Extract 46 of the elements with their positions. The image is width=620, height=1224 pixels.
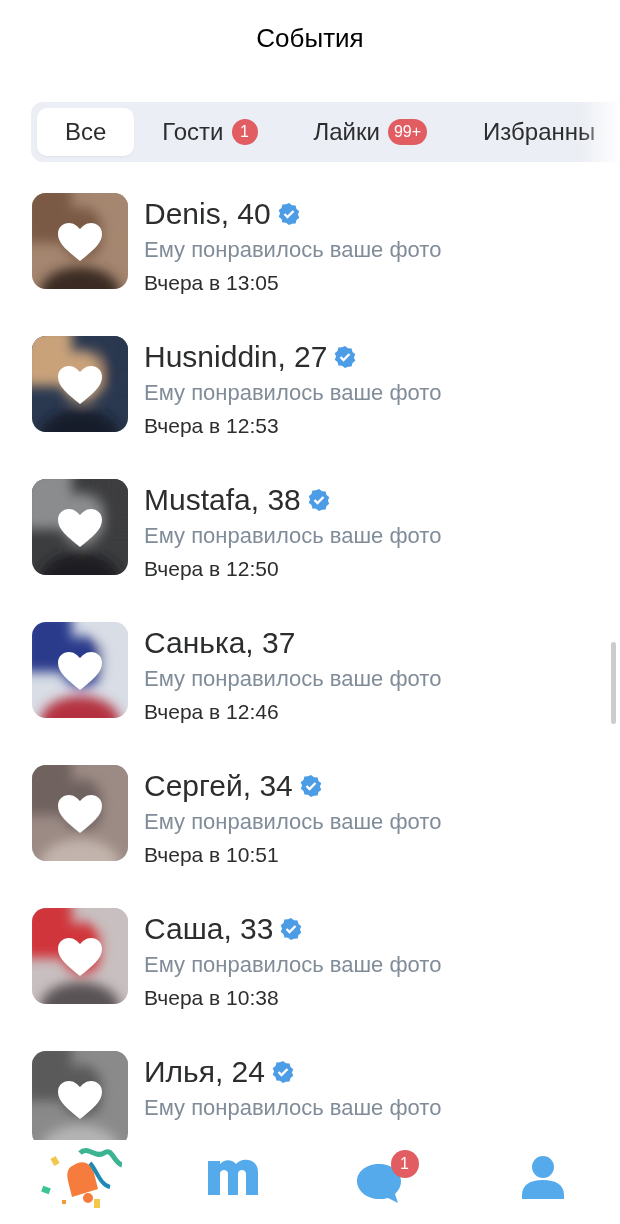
letter-m-icon	[207, 1159, 258, 1195]
event-time: Вчера в 12:46	[144, 700, 280, 724]
user-name: Санька, 37	[144, 626, 296, 660]
verified-icon	[333, 345, 358, 369]
heart-icon	[58, 938, 102, 976]
heart-icon	[58, 223, 102, 261]
event-time: Вчера в 12:50	[144, 557, 280, 581]
user-name: Denis, 40	[144, 197, 271, 231]
nav-tab[interactable]: 1	[356, 1150, 419, 1204]
verified-icon	[276, 202, 301, 226]
user-icon	[521, 1155, 564, 1199]
heart-icon	[58, 366, 102, 404]
screen-title: События	[256, 22, 364, 54]
event-description: Ему понравилось ваше фото	[144, 523, 442, 550]
heart-icon	[58, 1081, 102, 1119]
verified-icon	[306, 488, 331, 512]
verified-icon	[298, 774, 323, 798]
count-badge: 99+	[387, 119, 428, 145]
user-name: Husniddin, 27	[144, 340, 328, 374]
heart-icon	[58, 652, 102, 690]
event-time: Вчера в 13:05	[144, 271, 280, 295]
heart-icon	[58, 795, 102, 833]
event-time: Вчера в 12:53	[144, 414, 280, 438]
tab[interactable]: Избранны	[455, 108, 620, 156]
tab[interactable]: Все	[37, 108, 135, 156]
user-name: Саша, 33	[144, 912, 274, 946]
event-description: Ему понравилось ваше фото	[144, 380, 442, 407]
event-description: Ему понравилось ваше фото	[144, 952, 442, 979]
count-badge: 1	[390, 1150, 419, 1178]
count-badge: 1	[231, 119, 258, 145]
user-name: Илья, 24	[144, 1055, 265, 1089]
nav-tab[interactable]	[521, 1155, 564, 1199]
user-name: Mustafa, 38	[144, 483, 301, 517]
nav-tab[interactable]	[207, 1159, 258, 1195]
heart-icon	[58, 509, 102, 547]
event-description: Ему понравилось ваше фото	[144, 809, 442, 836]
user-name: Сергей, 34	[144, 769, 293, 803]
event-time: Вчера в 10:51	[144, 843, 280, 867]
tab[interactable]: Лайки 99+	[285, 108, 456, 156]
event-description: Ему понравилось ваше фото	[144, 666, 442, 693]
verified-icon	[279, 917, 304, 941]
tab[interactable]: Гости 1	[134, 108, 286, 156]
event-time: Вчера в 10:38	[144, 986, 280, 1010]
verified-icon	[271, 1060, 295, 1084]
event-description: Ему понравилось ваше фото	[144, 1095, 442, 1122]
event-description: Ему понравилось ваше фото	[144, 237, 442, 264]
